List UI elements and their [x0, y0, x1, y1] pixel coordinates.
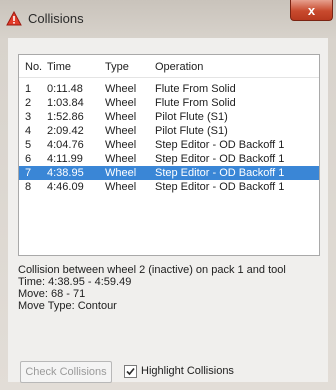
- details-time: Time: 4:38.95 - 4:59.49: [18, 276, 132, 288]
- cell-type: Wheel: [105, 139, 137, 151]
- cell-no: 1: [25, 83, 32, 95]
- cell-operation: Step Editor - OD Backoff 1: [155, 153, 285, 165]
- collisions-window: Collisions x No. Time Type Operation 1 0:…: [0, 0, 336, 390]
- cell-time: 2:09.42: [47, 125, 84, 137]
- cell-type: Wheel: [105, 97, 137, 109]
- collisions-list[interactable]: No. Time Type Operation 1 0:11.48 Wheel Flu…: [18, 54, 320, 256]
- checkmark-icon: [126, 367, 135, 376]
- cell-operation: Step Editor - OD Backoff 1: [155, 167, 285, 179]
- list-rows: 1 0:11.48 Wheel Flute From Solid 2 1:03.84 Whe…: [19, 82, 319, 194]
- cell-type: Wheel: [105, 125, 137, 137]
- table-row[interactable]: 2 1:03.84 Wheel Flute From Solid: [19, 96, 319, 110]
- table-row[interactable]: 5 4:04.76 Wheel Step Editor - OD Backoff 1: [19, 138, 319, 152]
- table-row[interactable]: 6 4:11.99 Wheel Step Editor - OD Backoff 1: [19, 152, 319, 166]
- cell-time: 4:38.95: [47, 167, 84, 179]
- cell-type: Wheel: [105, 111, 137, 123]
- cell-operation: Pilot Flute (S1): [155, 111, 228, 123]
- highlight-collisions-label: Highlight Collisions: [141, 365, 234, 377]
- title-bar[interactable]: Collisions x: [0, 0, 336, 38]
- cell-no: 2: [25, 97, 32, 109]
- cell-type: Wheel: [105, 167, 137, 179]
- table-row[interactable]: 7 4:38.95 Wheel Step Editor - OD Backoff 1: [19, 166, 319, 180]
- cell-time: 1:03.84: [47, 97, 84, 109]
- table-row[interactable]: 3 1:52.86 Wheel Pilot Flute (S1): [19, 110, 319, 124]
- warning-icon: [6, 10, 22, 27]
- cell-type: Wheel: [105, 181, 137, 193]
- column-header-operation[interactable]: Operation: [155, 61, 203, 73]
- list-header: No. Time Type Operation: [19, 61, 319, 77]
- cell-no: 4: [25, 125, 32, 137]
- checkbox-box[interactable]: [124, 365, 137, 378]
- cell-type: Wheel: [105, 83, 137, 95]
- cell-no: 6: [25, 153, 32, 165]
- column-header-time[interactable]: Time: [47, 61, 71, 73]
- cell-type: Wheel: [105, 153, 137, 165]
- cell-time: 4:11.99: [47, 153, 83, 165]
- column-header-no[interactable]: No.: [25, 61, 42, 73]
- cell-time: 4:04.76: [47, 139, 84, 151]
- table-row[interactable]: 4 2:09.42 Wheel Pilot Flute (S1): [19, 124, 319, 138]
- cell-operation: Pilot Flute (S1): [155, 125, 228, 137]
- cell-no: 7: [25, 167, 32, 179]
- cell-no: 5: [25, 139, 32, 151]
- cell-no: 3: [25, 111, 32, 123]
- details-line: Collision between wheel 2 (inactive) on …: [18, 264, 286, 276]
- close-icon: x: [307, 2, 316, 18]
- cell-operation: Step Editor - OD Backoff 1: [155, 139, 285, 151]
- check-collisions-button[interactable]: Check Collisions: [20, 361, 112, 383]
- details-move: Move: 68 - 71: [18, 288, 86, 300]
- window-title: Collisions: [28, 11, 84, 26]
- table-row[interactable]: 1 0:11.48 Wheel Flute From Solid: [19, 82, 319, 96]
- details-move-type: Move Type: Contour: [18, 300, 117, 312]
- cell-operation: Step Editor - OD Backoff 1: [155, 181, 285, 193]
- collision-details: Collision between wheel 2 (inactive) on …: [18, 264, 322, 312]
- cell-time: 4:46.09: [47, 181, 84, 193]
- column-header-type[interactable]: Type: [105, 61, 129, 73]
- cell-operation: Flute From Solid: [155, 83, 236, 95]
- cell-time: 0:11.48: [47, 83, 83, 95]
- cell-time: 1:52.86: [47, 111, 84, 123]
- table-row[interactable]: 8 4:46.09 Wheel Step Editor - OD Backoff 1: [19, 180, 319, 194]
- close-button[interactable]: x: [290, 0, 333, 21]
- header-divider: [19, 77, 319, 78]
- cell-no: 8: [25, 181, 32, 193]
- cell-operation: Flute From Solid: [155, 97, 236, 109]
